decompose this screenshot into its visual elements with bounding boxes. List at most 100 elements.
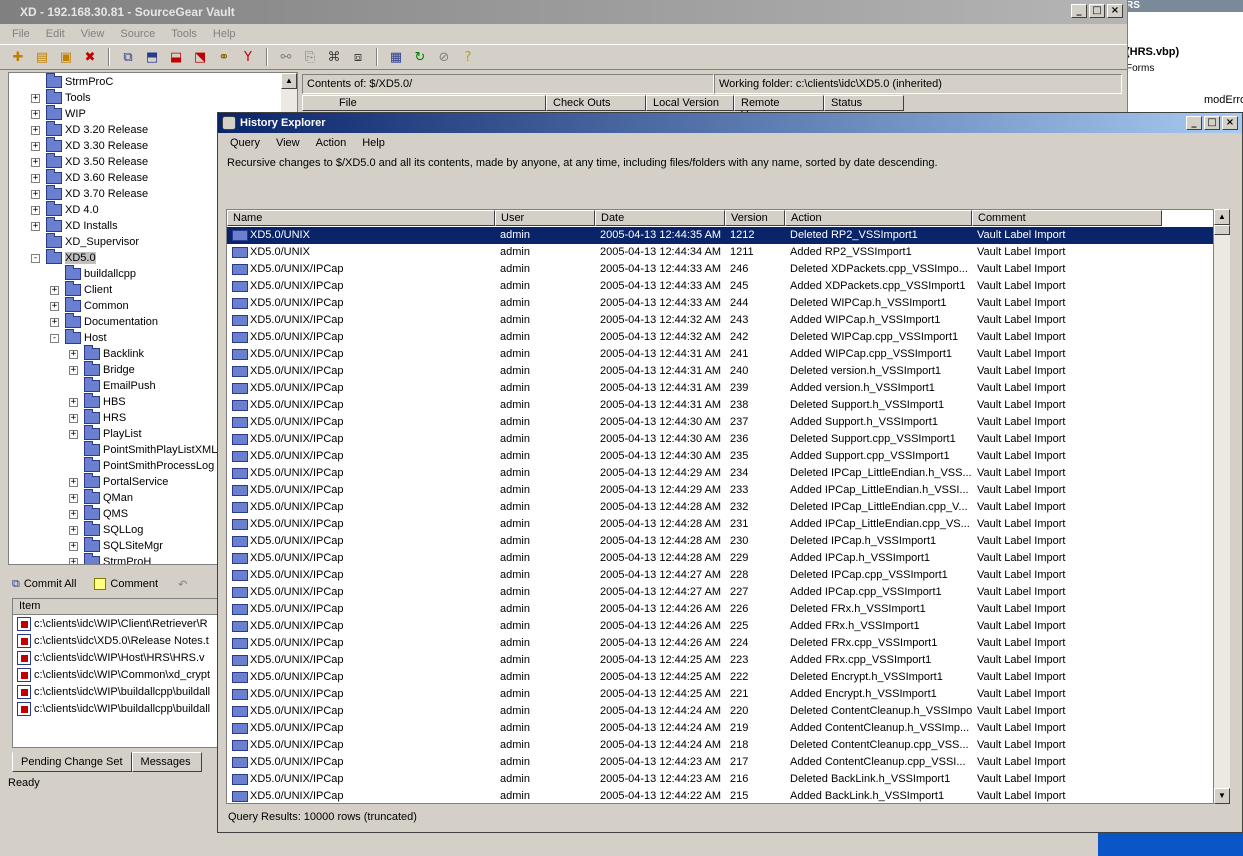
scroll-down-icon[interactable]: ▼ [1214,788,1230,804]
table-row[interactable]: XD5.0/UNIX/IPCap admin 2005-04-13 12:44:32… [227,312,1213,329]
table-row[interactable]: XD5.0/UNIX/IPCap admin 2005-04-13 12:44:28… [227,550,1213,567]
history-titlebar[interactable]: History Explorer _ □ × [218,113,1242,133]
tree-node[interactable]: + XD 3.60 Release [31,169,148,186]
menu-help[interactable]: Help [205,28,244,40]
table-row[interactable]: XD5.0/UNIX/IPCap admin 2005-04-13 12:44:33… [227,295,1213,312]
table-row[interactable]: XD5.0/UNIX/IPCap admin 2005-04-13 12:44:33… [227,261,1213,278]
tree-node[interactable]: + XD 3.30 Release [31,137,148,154]
minimize-button[interactable]: _ [1186,116,1202,130]
table-row[interactable]: XD5.0/UNIX/IPCap admin 2005-04-13 12:44:31… [227,380,1213,397]
commit-icon[interactable]: ⬓ [166,47,186,67]
tree-node[interactable]: + XD 3.70 Release [31,185,148,202]
tree-node[interactable]: + XD 3.50 Release [31,153,148,170]
pending-item[interactable]: c:\clients\idc\WIP\Common\xd_crypt [13,666,217,683]
scroll-up-icon[interactable]: ▲ [281,73,297,89]
branch-icon[interactable]: Y [238,47,258,67]
expand-icon[interactable]: + [31,125,40,135]
table-row[interactable]: XD5.0/UNIX/IPCap admin 2005-04-13 12:44:30… [227,431,1213,448]
column-status[interactable]: Status [824,95,904,111]
tree-node[interactable]: + SQLLog [69,521,143,538]
minimize-button[interactable]: _ [1071,4,1087,18]
column-check-outs[interactable]: Check Outs [546,95,646,111]
column-name[interactable]: Name [227,210,495,226]
delete-icon[interactable]: ✖ [80,47,100,67]
table-row[interactable]: XD5.0/UNIX/IPCap admin 2005-04-13 12:44:25… [227,669,1213,686]
tree-node[interactable]: + WIP [31,105,86,122]
table-row[interactable]: XD5.0/UNIX admin 2005-04-13 12:44:34 AM 121… [227,244,1213,261]
expand-icon[interactable]: + [69,365,78,375]
get-latest-icon[interactable]: ⧉ [118,47,138,67]
table-row[interactable]: XD5.0/UNIX/IPCap admin 2005-04-13 12:44:27… [227,567,1213,584]
tree-node[interactable]: + XD Installs [31,217,118,234]
column-file[interactable]: File [302,95,546,111]
menu-view[interactable]: View [73,28,113,40]
table-row[interactable]: XD5.0/UNIX/IPCap admin 2005-04-13 12:44:28… [227,516,1213,533]
table-row[interactable]: XD5.0/UNIX/IPCap admin 2005-04-13 12:44:25… [227,652,1213,669]
expand-icon[interactable]: + [31,157,40,167]
tree-node[interactable]: + HBS [69,393,126,410]
tree-node[interactable]: + Tools [31,89,91,106]
expand-icon[interactable]: + [31,173,40,183]
table-row[interactable]: XD5.0/UNIX/IPCap admin 2005-04-13 12:44:30… [227,448,1213,465]
undo-checkout-icon[interactable]: ⬔ [190,47,210,67]
expand-icon[interactable]: + [69,493,78,503]
expand-icon[interactable]: + [69,525,78,535]
column-user[interactable]: User [495,210,595,226]
properties-icon[interactable]: ⧈ [348,47,368,67]
undo-icon[interactable]: ↶ [178,578,187,591]
table-row[interactable]: XD5.0/UNIX/IPCap admin 2005-04-13 12:44:24… [227,737,1213,754]
tab-pending-change-set[interactable]: Pending Change Set [12,752,132,772]
menu-source[interactable]: Source [112,28,163,40]
tree-node[interactable]: + XD 3.20 Release [31,121,148,138]
history-results-grid[interactable]: Name User Date Version Action Comment XD… [226,209,1214,804]
table-row[interactable]: XD5.0/UNIX/IPCap admin 2005-04-13 12:44:24… [227,720,1213,737]
table-row[interactable]: XD5.0/UNIX/IPCap admin 2005-04-13 12:44:23… [227,771,1213,788]
pending-item[interactable]: c:\clients\idc\WIP\buildallcpp\buildall [13,700,217,717]
refresh-icon[interactable]: ↻ [410,47,430,67]
expand-icon[interactable]: + [31,205,40,215]
tree-node[interactable]: +PointSmithProcessLog [69,457,214,474]
vault-titlebar[interactable]: XD - 192.168.30.81 - SourceGear Vault _ … [0,0,1127,24]
scroll-up-icon[interactable]: ▲ [1214,209,1230,225]
table-row[interactable]: XD5.0/UNIX admin 2005-04-13 12:44:35 AM 121… [227,227,1213,244]
table-row[interactable]: XD5.0/UNIX/IPCap admin 2005-04-13 12:44:30… [227,414,1213,431]
tab-messages[interactable]: Messages [131,752,202,772]
menu-tools[interactable]: Tools [163,28,205,40]
expand-icon[interactable]: + [50,317,59,327]
tree-node[interactable]: - Host [50,329,107,346]
expand-icon[interactable]: + [69,349,78,359]
expand-icon[interactable]: + [31,189,40,199]
column-comment[interactable]: Comment [972,210,1162,226]
connect-icon[interactable]: ▦ [386,47,406,67]
maximize-button[interactable]: □ [1089,4,1105,18]
tree-node[interactable]: + QMan [69,489,133,506]
checkout-icon[interactable]: ⬒ [142,47,162,67]
column-remote-version[interactable]: Remote Version [734,95,824,121]
pending-change-list[interactable]: Item c:\clients\idc\WIP\Client\Retriever… [12,598,218,748]
tree-node[interactable]: + PlayList [69,425,142,442]
table-row[interactable]: XD5.0/UNIX/IPCap admin 2005-04-13 12:44:29… [227,482,1213,499]
tree-node[interactable]: + Common [50,297,129,314]
menu-view[interactable]: View [268,137,308,149]
table-row[interactable]: XD5.0/UNIX/IPCap admin 2005-04-13 12:44:26… [227,601,1213,618]
history-icon[interactable]: ⎘ [300,47,320,67]
tree-node[interactable]: +buildallcpp [50,265,136,282]
tree-node[interactable]: - XD5.0 [31,249,96,266]
collapse-icon[interactable]: - [50,333,59,343]
table-row[interactable]: XD5.0/UNIX/IPCap admin 2005-04-13 12:44:31… [227,363,1213,380]
pending-item[interactable]: c:\clients\idc\WIP\Host\HRS\HRS.v [13,649,217,666]
tree-node[interactable]: + StrmProH [69,553,151,564]
table-row[interactable]: XD5.0/UNIX/IPCap admin 2005-04-13 12:44:32… [227,329,1213,346]
pending-item[interactable]: c:\clients\idc\XD5.0\Release Notes.t [13,632,217,649]
open-folder-icon[interactable]: ▣ [56,47,76,67]
expand-icon[interactable]: + [69,413,78,423]
working-folder-label[interactable]: Working folder: c:\clients\idc\XD5.0 (in… [714,74,1122,94]
menu-help[interactable]: Help [354,137,393,149]
stop-icon[interactable]: ⊘ [434,47,454,67]
history-scrollbar[interactable]: ▲ ▼ [1214,209,1230,804]
expand-icon[interactable]: + [69,557,78,564]
table-row[interactable]: XD5.0/UNIX/IPCap admin 2005-04-13 12:44:33… [227,278,1213,295]
table-row[interactable]: XD5.0/UNIX/IPCap admin 2005-04-13 12:44:26… [227,635,1213,652]
share-icon[interactable]: ⚭ [214,47,234,67]
table-row[interactable]: XD5.0/UNIX/IPCap admin 2005-04-13 12:44:24… [227,703,1213,720]
